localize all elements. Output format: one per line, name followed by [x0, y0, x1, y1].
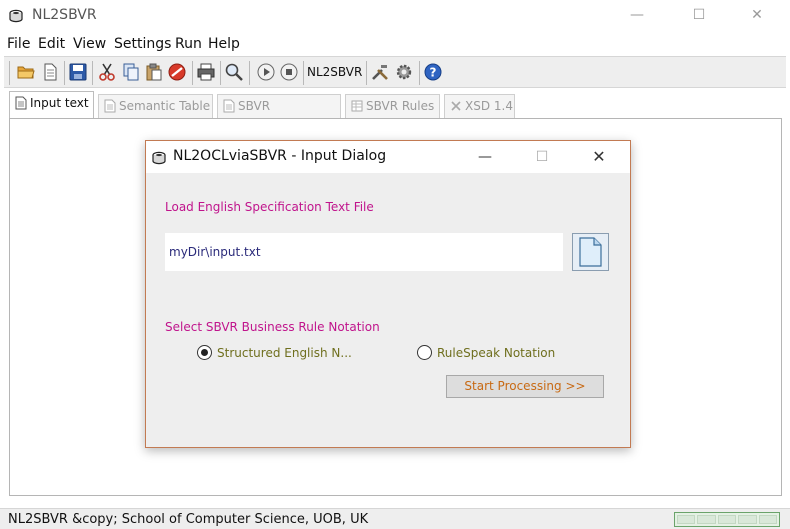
- print-icon[interactable]: [196, 62, 216, 82]
- dialog-close-button[interactable]: ✕: [576, 141, 622, 173]
- menu-edit[interactable]: Edit: [38, 36, 65, 52]
- tab-xsd[interactable]: XSD 1.4: [444, 94, 515, 118]
- stop-icon[interactable]: [279, 62, 299, 82]
- toolbar-separator: [64, 61, 65, 85]
- dialog-maximize-button[interactable]: ☐: [519, 141, 565, 173]
- save-icon[interactable]: [68, 62, 88, 82]
- dialog-minimize-button[interactable]: —: [462, 141, 508, 173]
- toolbar-separator: [366, 61, 367, 85]
- status-text: NL2SBVR &copy; School of Computer Scienc…: [8, 512, 369, 527]
- minimize-button[interactable]: —: [614, 0, 660, 30]
- dialog-body: Load English Specification Text File Sel…: [147, 173, 629, 447]
- radio-structured-english[interactable]: Structured English N...: [197, 345, 352, 360]
- maximize-button[interactable]: ☐: [676, 0, 722, 30]
- copy-icon[interactable]: [121, 62, 141, 82]
- toolbar-separator: [419, 61, 420, 85]
- menu-file[interactable]: File: [7, 36, 30, 52]
- document-icon: [104, 99, 116, 113]
- menu-bar: File Edit View Settings Run Help: [0, 33, 790, 55]
- progress-segment: [677, 515, 696, 524]
- help-icon[interactable]: ?: [423, 62, 443, 82]
- progress-segment: [758, 515, 778, 524]
- window-title: NL2SBVR: [32, 7, 97, 23]
- toolbar-separator: [192, 61, 193, 85]
- new-document-icon[interactable]: [40, 62, 60, 82]
- radio-label: Structured English N...: [217, 345, 352, 360]
- tab-label: Input text: [30, 96, 89, 110]
- close-button[interactable]: ✕: [734, 0, 780, 30]
- gear-icon[interactable]: [394, 62, 414, 82]
- toolbar-separator: [220, 61, 221, 85]
- app-logo-icon: [9, 9, 23, 23]
- document-icon: [223, 99, 235, 113]
- notation-label: Select SBVR Business Rule Notation: [165, 320, 380, 334]
- status-bar: NL2SBVR &copy; School of Computer Scienc…: [0, 508, 790, 529]
- browse-file-button[interactable]: [572, 233, 609, 271]
- menu-settings[interactable]: Settings: [114, 36, 171, 52]
- cut-icon[interactable]: [97, 62, 117, 82]
- start-processing-button[interactable]: Start Processing >>: [446, 375, 604, 398]
- tab-bar: Input text Semantic Table SBVR Vocabular…: [0, 88, 790, 135]
- toolbar-separator: [249, 61, 250, 85]
- tab-input-text[interactable]: Input text: [9, 91, 94, 119]
- table-icon: [351, 100, 363, 112]
- nl2sbvr-button[interactable]: NL2SBVR: [307, 65, 362, 79]
- tools-icon[interactable]: [370, 62, 390, 82]
- title-bar: NL2SBVR — ☐ ✕: [0, 0, 790, 32]
- menu-help[interactable]: Help: [208, 36, 240, 52]
- menu-run[interactable]: Run: [175, 36, 202, 52]
- toolbar-separator: [9, 61, 10, 85]
- document-icon: [15, 96, 27, 110]
- progress-segment: [717, 515, 737, 524]
- tab-semantic-table[interactable]: Semantic Table: [98, 94, 213, 118]
- toolbar: NL2SBVR ?: [4, 56, 786, 88]
- zoom-icon[interactable]: [224, 62, 244, 82]
- radio-button-unchecked[interactable]: [417, 345, 432, 360]
- input-dialog: NL2OCLviaSBVR - Input Dialog — ☐ ✕ Load …: [145, 140, 631, 448]
- stop-sign-icon[interactable]: [167, 62, 187, 82]
- tab-sbvr-rules[interactable]: SBVR Rules: [345, 94, 440, 118]
- dialog-title-bar: NL2OCLviaSBVR - Input Dialog — ☐ ✕: [146, 141, 630, 173]
- file-path-input[interactable]: [165, 233, 563, 271]
- radio-label: RuleSpeak Notation: [437, 345, 556, 360]
- toolbar-separator: [303, 61, 304, 85]
- play-icon[interactable]: [256, 62, 276, 82]
- radio-rulespeak[interactable]: RuleSpeak Notation: [417, 345, 555, 360]
- xml-icon: [451, 101, 461, 111]
- app-logo-icon: [152, 151, 166, 165]
- svg-text:?: ?: [430, 66, 437, 80]
- tab-label: SBVR Rules: [366, 99, 435, 113]
- menu-view[interactable]: View: [73, 36, 106, 52]
- tab-label: Semantic Table: [119, 99, 211, 113]
- progress-segment: [738, 515, 757, 524]
- radio-button-checked[interactable]: [197, 345, 212, 360]
- progress-segment: [697, 515, 716, 524]
- dialog-title: NL2OCLviaSBVR - Input Dialog: [173, 148, 387, 164]
- load-file-label: Load English Specification Text File: [165, 200, 374, 214]
- paste-icon[interactable]: [144, 62, 164, 82]
- progress-bar: [674, 512, 780, 527]
- toolbar-separator: [92, 61, 93, 85]
- file-icon: [579, 237, 602, 267]
- open-folder-icon[interactable]: [16, 62, 36, 82]
- tab-label: XSD 1.4: [465, 99, 513, 113]
- tab-sbvr-vocabulary[interactable]: SBVR Vocabulary: [217, 94, 341, 135]
